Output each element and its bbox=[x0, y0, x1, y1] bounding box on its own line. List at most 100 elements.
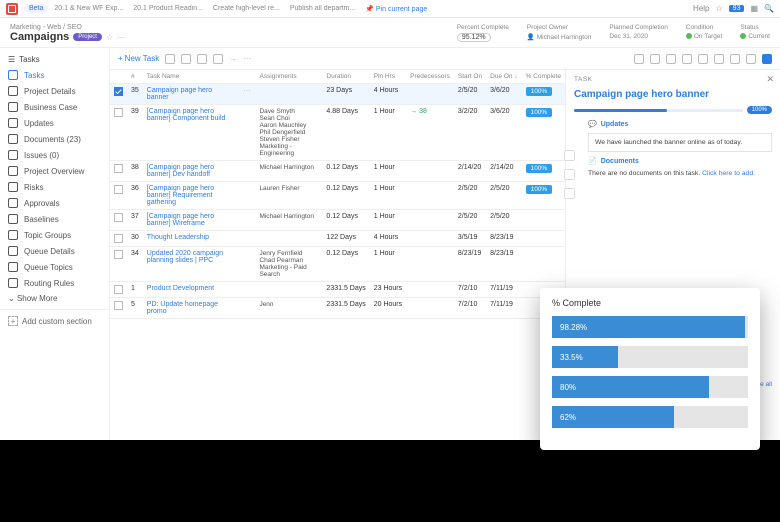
task-name-link[interactable]: Product Development bbox=[147, 285, 214, 292]
rail-docs-icon[interactable] bbox=[564, 169, 575, 180]
sidebar-item-icon bbox=[8, 246, 18, 256]
detail-title[interactable]: Campaign page hero banner bbox=[574, 89, 772, 100]
column-header[interactable]: # bbox=[127, 70, 143, 84]
task-name-link[interactable]: Thought Leadership bbox=[147, 234, 209, 241]
row-checkbox[interactable] bbox=[114, 285, 123, 294]
sidebar-item[interactable]: Updates bbox=[0, 115, 109, 131]
sidebar-item[interactable]: Routing Rules bbox=[0, 275, 109, 291]
recent-tab[interactable]: 20.1 & New WF Exp... bbox=[54, 5, 123, 13]
more-actions-icon[interactable]: ⋯ bbox=[117, 33, 125, 42]
more-toolbar-icon[interactable]: ⋯ bbox=[243, 54, 251, 63]
grid-view-icon[interactable] bbox=[730, 54, 740, 64]
row-checkbox[interactable] bbox=[114, 301, 123, 310]
owner-value[interactable]: 👤 Michael Harrington bbox=[527, 33, 591, 41]
favorite-icon[interactable]: ☆ bbox=[716, 4, 723, 13]
table-row[interactable]: 30Thought Leadership122 Days4 Hours3/5/1… bbox=[110, 231, 565, 247]
row-checkbox[interactable] bbox=[114, 108, 123, 117]
table-row[interactable]: 36[Campaign page hero banner] Requiremen… bbox=[110, 182, 565, 210]
favorite-toggle-icon[interactable]: ☆ bbox=[106, 33, 113, 42]
indent-icon[interactable]: → bbox=[229, 54, 237, 63]
task-name-link[interactable]: PD: Update homepage promo bbox=[147, 301, 218, 315]
sidebar-item[interactable]: Topic Groups bbox=[0, 227, 109, 243]
column-header[interactable]: Task Name bbox=[143, 70, 240, 84]
columns-icon[interactable] bbox=[698, 54, 708, 64]
show-more-toggle[interactable]: ⌄ Show More bbox=[0, 291, 109, 306]
sidebar-head: ☰Tasks bbox=[0, 52, 109, 67]
column-header[interactable] bbox=[239, 70, 255, 84]
task-name-link[interactable]: [Campaign page hero banner] Requirement … bbox=[147, 185, 214, 206]
table-row[interactable]: 39[Campaign page hero banner] Component … bbox=[110, 105, 565, 161]
sidebar-item[interactable]: Queue Topics bbox=[0, 259, 109, 275]
help-link[interactable]: Help bbox=[693, 4, 709, 13]
table-row[interactable]: 37[Campaign page hero banner] WireframeM… bbox=[110, 210, 565, 231]
search-icon[interactable]: 🔍 bbox=[764, 4, 774, 13]
table-row[interactable]: 35Campaign page hero banner⋯23 Days4 Hou… bbox=[110, 84, 565, 105]
breadcrumb[interactable]: Marketing - Web / SEO bbox=[10, 24, 427, 31]
table-row[interactable]: 1Product Development2331.5 Days23 Hours7… bbox=[110, 282, 565, 298]
column-header[interactable]: Predecessors bbox=[406, 70, 454, 84]
sort-icon[interactable] bbox=[682, 54, 692, 64]
sidebar-item[interactable]: Documents (23) bbox=[0, 131, 109, 147]
column-header[interactable]: Duration bbox=[322, 70, 369, 84]
documents-heading[interactable]: 📄Documents bbox=[588, 157, 772, 165]
compact-view-icon[interactable] bbox=[746, 54, 756, 64]
sidebar-item[interactable]: Approvals bbox=[0, 195, 109, 211]
task-name-link[interactable]: Updated 2020 campaign planning slides | … bbox=[147, 250, 223, 264]
row-checkbox[interactable] bbox=[114, 164, 123, 173]
assignments-cell: Michael Harrington bbox=[255, 210, 322, 231]
sidebar-item[interactable]: Business Case bbox=[0, 99, 109, 115]
edit-icon[interactable] bbox=[165, 54, 175, 64]
rail-details-icon[interactable] bbox=[564, 188, 575, 199]
close-icon[interactable]: ✕ bbox=[766, 74, 774, 85]
column-header[interactable]: Assignments bbox=[255, 70, 322, 84]
table-row[interactable]: 38[Campaign page hero banner] Dev handof… bbox=[110, 161, 565, 182]
task-name-link[interactable]: [Campaign page hero banner] Wireframe bbox=[147, 213, 214, 227]
column-header[interactable]: Due On ↓ bbox=[486, 70, 521, 84]
column-header[interactable] bbox=[110, 70, 127, 84]
settings-icon[interactable] bbox=[714, 54, 724, 64]
column-header[interactable]: % Complete bbox=[522, 70, 565, 84]
assignments-cell bbox=[255, 282, 322, 298]
row-checkbox[interactable] bbox=[114, 213, 123, 222]
row-checkbox[interactable] bbox=[114, 87, 123, 96]
workfront-logo-icon[interactable] bbox=[6, 3, 18, 15]
search-tasks-icon[interactable] bbox=[634, 54, 644, 64]
apps-grid-icon[interactable]: ▦ bbox=[750, 4, 758, 13]
column-header[interactable]: Start On bbox=[454, 70, 486, 84]
sidebar-item[interactable]: Project Details bbox=[0, 83, 109, 99]
sidebar-item[interactable]: Baselines bbox=[0, 211, 109, 227]
sidebar-item[interactable]: Issues (0) bbox=[0, 147, 109, 163]
table-row[interactable]: 34Updated 2020 campaign planning slides … bbox=[110, 247, 565, 282]
progress-track[interactable] bbox=[574, 109, 743, 112]
new-task-button[interactable]: + New Task bbox=[118, 54, 159, 63]
sidebar-item[interactable]: Risks bbox=[0, 179, 109, 195]
sidebar-item[interactable]: Tasks bbox=[0, 67, 109, 83]
list-view-icon[interactable] bbox=[762, 54, 772, 64]
filter-icon[interactable] bbox=[666, 54, 676, 64]
task-name-link[interactable]: Campaign page hero banner bbox=[147, 87, 212, 101]
row-checkbox[interactable] bbox=[114, 250, 123, 259]
task-name-link[interactable]: [Campaign page hero banner] Dev handoff bbox=[147, 164, 214, 178]
row-checkbox[interactable] bbox=[114, 185, 123, 194]
pin-page-link[interactable]: 📌 Pin current page bbox=[365, 5, 427, 13]
add-custom-section[interactable]: +Add custom section bbox=[0, 313, 109, 329]
copy-icon[interactable] bbox=[197, 54, 207, 64]
task-name-link[interactable]: [Campaign page hero banner] Component bu… bbox=[147, 108, 226, 122]
sidebar-item[interactable]: Project Overview bbox=[0, 163, 109, 179]
recent-tab[interactable]: Create high-level re... bbox=[213, 5, 280, 13]
add-document-link[interactable]: Click here to add. bbox=[702, 170, 755, 177]
row-checkbox[interactable] bbox=[114, 234, 123, 243]
notifications-badge[interactable]: 93 bbox=[729, 5, 745, 12]
updates-heading[interactable]: 💬Updates bbox=[588, 120, 772, 128]
sidebar-item[interactable]: Queue Details bbox=[0, 243, 109, 259]
column-header[interactable]: Pln Hrs bbox=[370, 70, 406, 84]
recent-tab[interactable]: Publish all departm... bbox=[290, 5, 355, 13]
recent-tab[interactable]: 20.1 Product Readin... bbox=[133, 5, 203, 13]
start-date-cell: 2/5/20 bbox=[454, 84, 486, 105]
share-icon[interactable] bbox=[181, 54, 191, 64]
rail-updates-icon[interactable] bbox=[564, 150, 575, 161]
chat-icon[interactable] bbox=[650, 54, 660, 64]
row-more-icon[interactable]: ⋯ bbox=[243, 88, 251, 95]
delete-icon[interactable] bbox=[213, 54, 223, 64]
table-row[interactable]: 5PD: Update homepage promoJenn2331.5 Day… bbox=[110, 298, 565, 319]
